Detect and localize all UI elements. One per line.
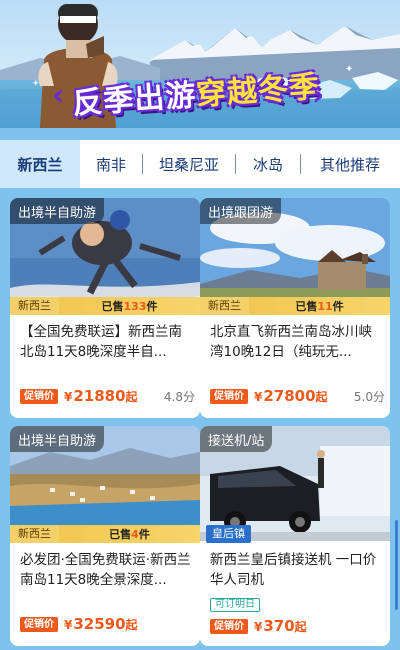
price: ¥370起 (254, 617, 307, 635)
price-row: 促销价 ¥32590起 (20, 614, 195, 634)
product-card[interactable]: 出境半自助游 新西兰 已售133件 【全国免费联运】新西兰南北岛11天8晚深度半… (10, 198, 200, 418)
price-row: 促销价 ¥21880起 4.8分 (20, 386, 195, 406)
sold-strip: 新西兰 已售133件 (10, 297, 200, 315)
hero-banner: ✦ ✦ ‹ 反季出游穿越冬季 › (0, 0, 400, 128)
availability-badge: 可订明日 (210, 598, 260, 612)
product-type-tag: 出境半自助游 (10, 426, 105, 452)
sold-count: 已售4件 (109, 528, 150, 541)
product-type-tag: 出境跟团游 (200, 198, 282, 224)
product-title: 新西兰皇后镇接送机 一口价 华人司机 (210, 552, 377, 588)
product-title: 北京直飞新西兰南岛冰川峡湾10晚12日（纯玩无... (210, 324, 372, 360)
promo-badge: 促销价 (20, 388, 58, 404)
banner-title-part1: 反季出游 (71, 78, 198, 122)
banner-bracket-right: › (312, 78, 325, 113)
sold-count: 已售133件 (101, 300, 158, 313)
price: ¥32590起 (64, 615, 138, 633)
svg-text:✦: ✦ (345, 64, 353, 75)
product-title: 必发团·全国免费联运·新西兰南岛11天8晚全景深度... (20, 552, 191, 588)
destination-label: 新西兰 (10, 525, 59, 543)
destination-badge: 皇后镇 (206, 525, 251, 543)
sold-strip: 新西兰 已售11件 (200, 297, 390, 315)
price: ¥21880起 (64, 387, 138, 405)
tab-tanzania[interactable]: 坦桑尼亚 (143, 140, 235, 188)
tab-iceland[interactable]: 冰岛 (236, 140, 300, 188)
promo-badge: 促销价 (210, 618, 248, 634)
price-row: 促销价 ¥27800起 5.0分 (210, 386, 385, 406)
promo-badge: 促销价 (210, 388, 248, 404)
product-title: 【全国免费联运】新西兰南北岛11天8晚深度半自... (20, 324, 182, 360)
destination-tabs: 新西兰 南非 坦桑尼亚 冰岛 其他推荐 (0, 140, 400, 188)
product-card[interactable]: 出境跟团游 新西兰 已售11件 北京直飞新西兰南岛冰川峡湾10晚12日（纯玩无.… (200, 198, 390, 418)
product-card[interactable]: 接送机/站 皇后镇 新西兰皇后镇接送机 一口价 华人司机 可订明日 促销价 ¥3… (200, 426, 390, 646)
svg-text:✦: ✦ (32, 79, 40, 89)
tab-other-recommendations[interactable]: 其他推荐 (301, 140, 399, 188)
price: ¥27800起 (254, 387, 328, 405)
tab-new-zealand[interactable]: 新西兰 (0, 140, 80, 188)
product-type-tag: 接送机/站 (200, 426, 273, 452)
tab-south-africa[interactable]: 南非 (80, 140, 142, 188)
destination-label: 新西兰 (10, 297, 59, 315)
sold-count: 已售11件 (295, 300, 344, 313)
rating-score: 4.8分 (163, 389, 195, 404)
product-card[interactable]: 出境半自助游 新西兰 已售4件 必发团·全国免费联运·新西兰南岛11天8晚全景深… (10, 426, 200, 646)
banner-bracket-left: ‹ (52, 78, 65, 113)
promo-badge: 促销价 (20, 616, 58, 632)
banner-title-part2: 穿越冬季 (195, 69, 322, 113)
scrollbar[interactable] (395, 520, 398, 610)
price-row: 促销价 ¥370起 (210, 616, 385, 636)
product-grid: 出境半自助游 新西兰 已售133件 【全国免费联运】新西兰南北岛11天8晚深度半… (0, 188, 400, 650)
sold-strip: 新西兰 已售4件 (10, 525, 200, 543)
rating-score: 5.0分 (353, 389, 385, 404)
destination-label: 新西兰 (200, 297, 249, 315)
product-type-tag: 出境半自助游 (10, 198, 105, 224)
